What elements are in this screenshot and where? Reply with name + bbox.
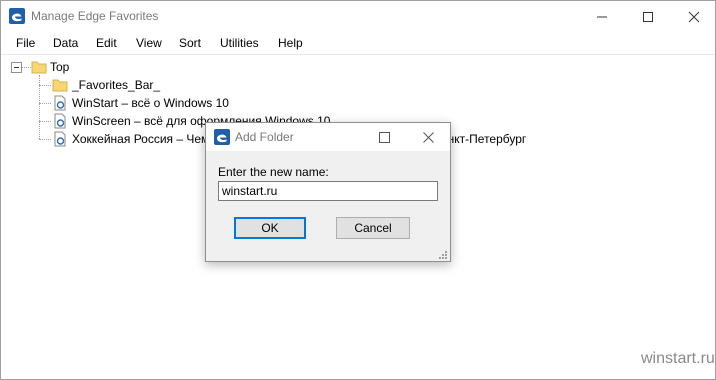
menu-help[interactable]: Help [278,36,303,50]
app-icon [214,129,230,145]
tree-root-label[interactable]: Top [50,60,69,74]
menu-data[interactable]: Data [53,36,78,50]
close-icon [688,11,700,23]
close-button[interactable] [671,1,715,32]
add-folder-dialog: Add Folder Enter the new name: OK Cancel [205,122,451,262]
folder-icon [52,77,68,93]
resize-grip-icon[interactable] [438,249,448,259]
folder-name-input[interactable] [218,181,438,201]
dialog-close-button[interactable] [406,123,450,151]
cancel-button[interactable]: Cancel [336,217,410,239]
title-bar[interactable]: Manage Edge Favorites [1,1,715,32]
name-prompt-label: Enter the new name: [218,165,329,179]
maximize-icon [379,132,390,143]
link-icon [52,131,68,147]
watermark: winstart.ru [641,350,715,367]
tree-connector [39,121,51,122]
tree-item-link[interactable]: WinStart – всё о Windows 10 [72,96,229,110]
app-icon [9,8,25,24]
link-icon [52,113,68,129]
dialog-title: Add Folder [235,130,294,144]
menu-view[interactable]: View [136,36,162,50]
window-title: Manage Edge Favorites [31,9,159,23]
maximize-button[interactable] [625,1,671,32]
dialog-title-bar[interactable]: Add Folder [206,123,450,151]
close-icon [423,132,434,143]
minimize-button[interactable] [579,1,625,32]
tree-connector [39,85,51,86]
tree-connector [39,103,51,104]
ok-button[interactable]: OK [234,217,306,239]
menu-bar: File Data Edit View Sort Utilities Help [1,32,715,55]
menu-sort[interactable]: Sort [179,36,201,50]
minimize-icon [597,16,607,18]
menu-file[interactable]: File [16,36,35,50]
maximize-icon [643,12,653,22]
tree-connector [39,139,51,140]
tree-connector [21,67,31,68]
collapse-toggle[interactable] [11,62,22,73]
menu-utilities[interactable]: Utilities [220,36,259,50]
dialog-maximize-button[interactable] [362,123,406,151]
folder-icon [31,59,47,75]
tree-item-favorites-bar[interactable]: _Favorites_Bar_ [72,78,160,92]
link-icon [52,95,68,111]
menu-edit[interactable]: Edit [96,36,117,50]
